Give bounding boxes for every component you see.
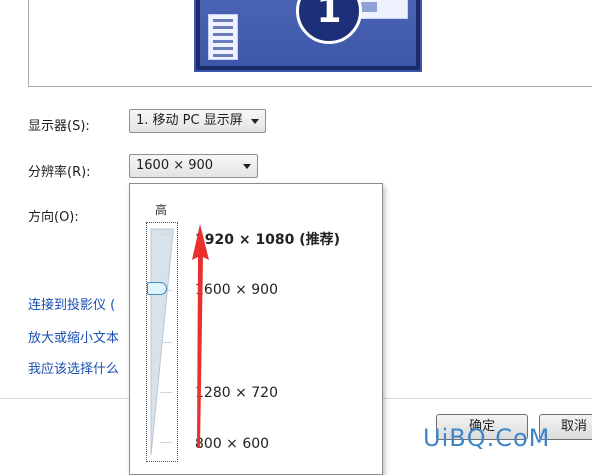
slider-tick (160, 392, 172, 393)
resolution-dropdown[interactable]: 1600 × 900 (129, 154, 258, 178)
monitor-screen: 1 (200, 0, 416, 66)
chevron-down-icon (243, 164, 251, 169)
resolution-slider-thumb[interactable] (147, 282, 167, 295)
orientation-label: 方向(O): (28, 210, 79, 225)
resolution-slider-popup: 高 1920 × 1080 (推荐) 1600 × 900 1280 × 720… (129, 183, 383, 475)
display-dropdown-value: 1. 移动 PC 显示屏 (136, 113, 243, 128)
red-annotation-arrow-icon (192, 224, 209, 448)
slider-tick (160, 442, 172, 443)
window-thumbnail-icon (208, 14, 238, 60)
resolution-label: 分辨率(R): (28, 165, 91, 180)
high-label: 高 (155, 203, 168, 217)
chevron-down-icon (250, 119, 259, 124)
display-label: 显示器(S): (28, 119, 90, 134)
resolution-dropdown-value: 1600 × 900 (136, 158, 214, 173)
help-link[interactable]: 我应该选择什么 (28, 358, 119, 377)
slider-tick (160, 234, 172, 235)
text-size-link[interactable]: 放大或缩小文本 (28, 327, 119, 346)
slider-tick (160, 342, 172, 343)
watermark-logo: UiBQ.CoM (423, 424, 551, 452)
display-dropdown[interactable]: 1. 移动 PC 显示屏 (129, 109, 266, 133)
projector-link[interactable]: 连接到投影仪 ( (28, 294, 115, 313)
monitor-thumbnail[interactable]: 1 (194, 0, 422, 72)
monitor-number-badge: 1 (296, 0, 362, 44)
